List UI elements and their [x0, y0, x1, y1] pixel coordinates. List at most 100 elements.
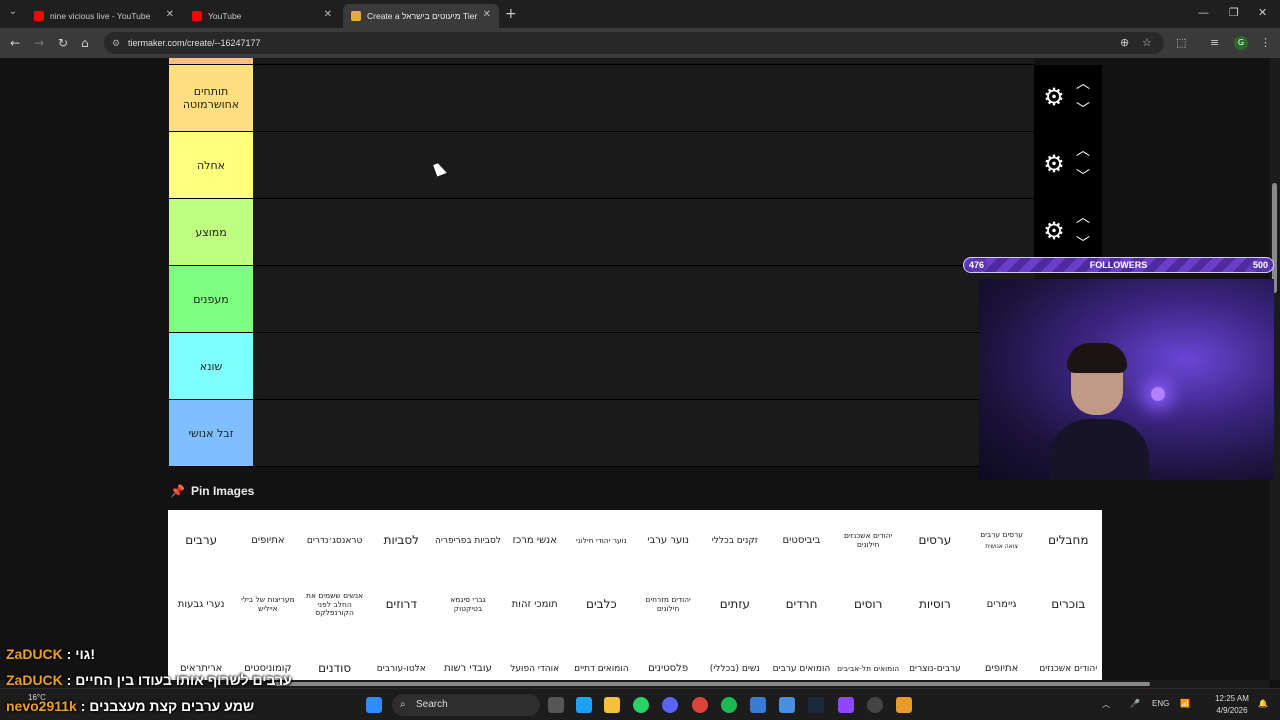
tier-item-card[interactable]: ביביסטים	[769, 510, 835, 572]
tier-item-card[interactable]: חרדים	[769, 574, 835, 636]
tier-item-card[interactable]: דרוזים	[368, 574, 434, 636]
profile-avatar[interactable]: G	[1234, 36, 1248, 50]
tier-row[interactable]: תותחים אחושרמוטה	[169, 65, 1034, 132]
tier-item-card[interactable]: אלטו-עורבים	[368, 638, 434, 680]
task-view-icon[interactable]	[548, 697, 564, 713]
tier-item-card[interactable]: ערבים-נוצרים	[902, 638, 968, 680]
url-field[interactable]: ⚙ tiermaker.com/create/--16247177	[104, 32, 1164, 54]
tier-item-card[interactable]: טראנסג׳נדרים	[302, 510, 368, 572]
chevron-up-icon[interactable]: ︿	[1076, 140, 1090, 160]
tier-item-card[interactable]: נוער יהודי חילוני	[568, 510, 634, 572]
close-icon[interactable]: ✕	[166, 9, 174, 20]
clock[interactable]: 12:25 AM 4/9/2026	[1210, 693, 1254, 717]
tier-label[interactable]: ממוצע	[169, 199, 253, 265]
photos-icon[interactable]	[750, 697, 766, 713]
close-icon[interactable]: ✕	[324, 9, 332, 20]
tier-row[interactable]: זבל אנושי	[169, 400, 1034, 467]
tier-row[interactable]	[169, 58, 1034, 65]
tier-item-card[interactable]: ערבים	[168, 510, 234, 572]
tier-item-card[interactable]: מחבלים	[1035, 510, 1101, 572]
tab-search-icon[interactable]: ⌄	[6, 6, 20, 20]
tier-item-card[interactable]: סודנים	[302, 638, 368, 680]
tier-label[interactable]: תותחים אחושרמוטה	[169, 65, 253, 131]
tier-item-card[interactable]: עזתים	[702, 574, 768, 636]
window-close-icon[interactable]: ✕	[1258, 6, 1267, 19]
tier-item-card[interactable]: נשים (בכללי)	[702, 638, 768, 680]
tier-item-card[interactable]: לסביות	[368, 510, 434, 572]
tier-item-card[interactable]: נערי גבעות	[168, 574, 234, 636]
tier-item-card[interactable]: ערסים ערבים צואה אנושית	[969, 510, 1035, 572]
spotify-icon[interactable]	[721, 697, 737, 713]
tier-item-card[interactable]: רוסים	[835, 574, 901, 636]
gear-icon[interactable]: ⚙	[1042, 85, 1066, 109]
tier-item-card[interactable]: גברי סיגמא בטיקטוק	[435, 574, 501, 636]
tier-item-card[interactable]: אוהדי הפועל	[502, 638, 568, 680]
tier-item-card[interactable]: מעריצות של בילי אייליש	[235, 574, 301, 636]
taskbar-search[interactable]: ⌕ Search	[392, 694, 540, 716]
tier-item-card[interactable]: עובדי רשות	[435, 638, 501, 680]
tier-row[interactable]: ממוצע	[169, 199, 1034, 266]
tab-tiermaker[interactable]: Create a מיעוטים בישראל Tier L ✕	[343, 4, 499, 28]
chevron-down-icon[interactable]: ﹀	[1076, 233, 1090, 253]
chevron-up-icon[interactable]: ︿	[1076, 73, 1090, 93]
edge-icon[interactable]	[576, 697, 592, 713]
microphone-icon[interactable]: 🎤	[1130, 699, 1140, 708]
tier-item-card[interactable]: הומואים ערבים	[769, 638, 835, 680]
reading-list-icon[interactable]: ≡	[1210, 36, 1219, 49]
tier-item-card[interactable]: זקנים בכללי	[702, 510, 768, 572]
tier-item-card[interactable]: יהודים מזרחים חילונים	[635, 574, 701, 636]
tier-row[interactable]: אחלה	[169, 132, 1034, 199]
extensions-icon[interactable]: ⬚	[1176, 36, 1186, 49]
tier-label[interactable]: זבל אנושי	[169, 400, 253, 466]
tab-youtube[interactable]: YouTube ✕	[184, 4, 340, 28]
obs-icon[interactable]	[867, 697, 883, 713]
chevron-down-icon[interactable]: ﹀	[1076, 99, 1090, 119]
home-icon[interactable]: ⌂	[81, 36, 89, 50]
tier-label[interactable]: אחלה	[169, 132, 253, 198]
tier-item-card[interactable]: אנשי מרכז	[502, 510, 568, 572]
tray-chevron-icon[interactable]: ︿	[1102, 699, 1110, 710]
gear-icon[interactable]: ⚙	[1042, 152, 1066, 176]
vertical-scroll-thumb[interactable]	[1272, 183, 1277, 293]
reload-icon[interactable]: ↻	[58, 36, 68, 50]
menu-icon[interactable]: ⋮	[1260, 36, 1271, 49]
chrome-icon[interactable]	[692, 697, 708, 713]
tier-item-card[interactable]: נוער ערבי	[635, 510, 701, 572]
app-icon[interactable]	[896, 697, 912, 713]
tier-item-card[interactable]: כלבים	[568, 574, 634, 636]
tier-label[interactable]: מעפנים	[169, 266, 253, 332]
tab-youtube-live[interactable]: nine vicious live - YouTube ✕	[26, 4, 182, 28]
new-tab-icon[interactable]: +	[505, 6, 517, 22]
discord-icon[interactable]	[662, 697, 678, 713]
tier-item-card[interactable]: אנשים ששמים את החלב לפני הקורנפלקס	[302, 574, 368, 636]
tier-label[interactable]	[169, 58, 253, 64]
tier-item-card[interactable]: ערסים	[902, 510, 968, 572]
tier-item-card[interactable]: הומואים תל-אביבים	[835, 638, 901, 680]
forward-icon[interactable]: →	[34, 36, 44, 50]
tier-label[interactable]: שונא	[169, 333, 253, 399]
gear-icon[interactable]: ⚙	[1042, 219, 1066, 243]
restore-icon[interactable]: ❐	[1229, 6, 1239, 19]
tier-item-card[interactable]: אתיופים	[235, 510, 301, 572]
file-explorer-icon[interactable]	[604, 697, 620, 713]
tier-item-card[interactable]: תומכי זהות	[502, 574, 568, 636]
pin-images-header[interactable]: 📌 Pin Images	[170, 484, 254, 498]
language-indicator[interactable]: ENG	[1152, 699, 1169, 708]
steam-icon[interactable]	[808, 697, 824, 713]
twitch-icon[interactable]	[838, 697, 854, 713]
tier-item-card[interactable]: גיימרים	[969, 574, 1035, 636]
tier-row[interactable]: שונא	[169, 333, 1034, 400]
minimize-icon[interactable]: —	[1198, 6, 1209, 19]
back-icon[interactable]: ←	[10, 36, 20, 50]
close-icon[interactable]: ✕	[483, 9, 491, 20]
zoom-icon[interactable]: ⊕	[1120, 36, 1129, 49]
tier-item-card[interactable]: רוסיות	[902, 574, 968, 636]
tier-item-card[interactable]: פלסטינים	[635, 638, 701, 680]
notepad-icon[interactable]	[779, 697, 795, 713]
tier-item-card[interactable]: יהודים אשכנזים חילונים	[835, 510, 901, 572]
chevron-down-icon[interactable]: ﹀	[1076, 166, 1090, 186]
tier-item-card[interactable]: יהודים אשכנזים	[1035, 638, 1101, 680]
tier-item-card[interactable]: לסביות בפריפריה	[435, 510, 501, 572]
bookmark-star-icon[interactable]: ☆	[1142, 36, 1152, 49]
tier-row[interactable]: מעפנים	[169, 266, 1034, 333]
